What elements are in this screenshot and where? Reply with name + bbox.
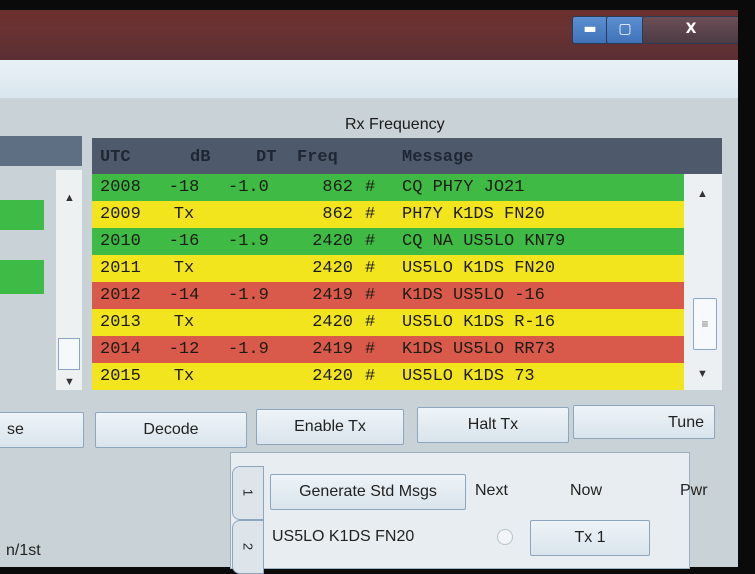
generate-std-msgs-button[interactable]: Generate Std Msgs <box>270 474 466 510</box>
rx-frequency-title: Rx Frequency <box>345 116 445 133</box>
rx-cell-db: Tx <box>173 313 195 332</box>
rx-cell-freq: 2419 <box>312 286 353 305</box>
rx-cell-utc: 2011 <box>100 259 141 278</box>
close-button[interactable]: X <box>642 16 738 44</box>
column-header-message: Message <box>402 148 474 167</box>
rx-cell-freq: 2420 <box>312 259 353 278</box>
rx-cell-utc: 2012 <box>100 286 141 305</box>
column-header-freq: Freq <box>297 148 338 167</box>
rx-cell-message: CQ PH7Y JO21 <box>402 178 525 197</box>
rx-cell-mode: # <box>365 340 376 359</box>
rx-table-header: UTC dB DT Freq Message <box>92 138 722 174</box>
rx-cell-dt: -1.9 <box>228 286 269 305</box>
rx-cell-db: Tx <box>173 367 195 386</box>
menu-band <box>0 60 738 98</box>
scroll-down-icon[interactable]: ▼ <box>697 368 708 380</box>
rx-cell-message: CQ NA US5LO KN79 <box>402 232 566 251</box>
band-activity-highlight <box>0 260 44 294</box>
next-label: Next <box>475 482 508 499</box>
rx-cell-message: K1DS US5LO RR73 <box>402 340 556 359</box>
rx-cell-utc: 2014 <box>100 340 141 359</box>
rx-cell-mode: # <box>365 205 376 224</box>
rx-cell-freq: 2420 <box>312 367 353 386</box>
rx-cell-utc: 2010 <box>100 232 141 251</box>
rx-cell-mode: # <box>365 367 376 386</box>
rx-cell-message: US5LO K1DS R-16 <box>402 313 556 332</box>
rx-cell-db: -18 <box>168 178 200 197</box>
rx-message-row[interactable]: 2011 Tx 2420 # US5LO K1DS FN20 <box>92 255 684 282</box>
rx-scroll-thumb[interactable]: ≡ <box>693 298 717 350</box>
rx-scrollbar[interactable] <box>684 174 722 390</box>
tune-button[interactable]: Tune <box>573 405 715 439</box>
rx-cell-mode: # <box>365 232 376 251</box>
rx-cell-mode: # <box>365 178 376 197</box>
enable-tx-button[interactable]: Enable Tx <box>256 409 404 445</box>
rx-cell-message: US5LO K1DS 73 <box>402 367 535 386</box>
column-header-dt: DT <box>256 148 277 167</box>
rx-message-row[interactable]: 2015 Tx 2420 # US5LO K1DS 73 <box>92 363 684 390</box>
band-activity-scroll-thumb[interactable] <box>58 338 80 370</box>
decode-button[interactable]: Decode <box>95 412 247 448</box>
minimize-button[interactable]: ▬ <box>572 16 608 44</box>
rx-cell-db: -16 <box>168 232 200 251</box>
rx-message-list[interactable]: 2008 -18 -1.0 862 # CQ PH7Y JO21 2009 Tx 862 # PH7… <box>92 174 684 390</box>
now-label: Now <box>570 482 603 499</box>
tx1-message-field[interactable]: US5LO K1DS FN20 <box>272 528 414 546</box>
column-header-db: dB <box>190 148 211 167</box>
rx-cell-utc: 2013 <box>100 313 141 332</box>
scroll-up-icon[interactable]: ▲ <box>697 188 708 200</box>
tab-1-label: 1 <box>240 488 256 497</box>
rx-cell-utc: 2009 <box>100 205 141 224</box>
rx-cell-freq: 862 <box>322 178 353 197</box>
rx-cell-message: K1DS US5LO -16 <box>402 286 545 305</box>
rx-cell-freq: 2419 <box>312 340 353 359</box>
rx-cell-freq: 2420 <box>312 313 353 332</box>
tx1-next-radio[interactable] <box>497 529 513 545</box>
rx-message-row[interactable]: 2010 -16 -1.9 2420 # CQ NA US5LO KN79 <box>92 228 684 255</box>
rx-message-row[interactable]: 2009 Tx 862 # PH7Y K1DS FN20 <box>92 201 684 228</box>
tab-2[interactable]: 2 <box>232 520 264 574</box>
rx-message-row[interactable]: 2013 Tx 2420 # US5LO K1DS R-16 <box>92 309 684 336</box>
rx-cell-freq: 2420 <box>312 232 353 251</box>
scroll-down-icon[interactable]: ▼ <box>64 376 75 388</box>
rx-message-row[interactable]: 2008 -18 -1.0 862 # CQ PH7Y JO21 <box>92 174 684 201</box>
rx-cell-message: PH7Y K1DS FN20 <box>402 205 545 224</box>
rx-cell-mode: # <box>365 259 376 278</box>
rx-cell-mode: # <box>365 286 376 305</box>
band-activity-header <box>0 136 82 166</box>
rx-cell-db: Tx <box>173 259 195 278</box>
scroll-up-icon[interactable]: ▲ <box>64 192 75 204</box>
power-label: Pwr <box>680 482 708 499</box>
rx-cell-mode: # <box>365 313 376 332</box>
rx-message-row[interactable]: 2014 -12 -1.9 2419 # K1DS US5LO RR73 <box>92 336 684 363</box>
left-status-text: n/1st <box>6 542 41 559</box>
rx-cell-db: -12 <box>168 340 200 359</box>
column-header-utc: UTC <box>100 148 131 167</box>
rx-cell-db: Tx <box>173 205 195 224</box>
rx-message-row[interactable]: 2012 -14 -1.9 2419 # K1DS US5LO -16 <box>92 282 684 309</box>
rx-cell-utc: 2008 <box>100 178 141 197</box>
rx-cell-freq: 862 <box>322 205 353 224</box>
tab-1[interactable]: 1 <box>232 466 264 520</box>
rx-cell-dt: -1.9 <box>228 340 269 359</box>
halt-tx-button[interactable]: Halt Tx <box>417 407 569 443</box>
rx-cell-message: US5LO K1DS FN20 <box>402 259 556 278</box>
tab-2-label: 2 <box>240 542 256 551</box>
erase-button[interactable]: se <box>0 412 84 448</box>
rx-cell-db: -14 <box>168 286 200 305</box>
rx-cell-dt: -1.0 <box>228 178 269 197</box>
maximize-button[interactable]: ▢ <box>606 16 644 44</box>
title-bar: ▬ ▢ X <box>0 10 738 60</box>
rx-cell-dt: -1.9 <box>228 232 269 251</box>
rx-cell-utc: 2015 <box>100 367 141 386</box>
band-activity-highlight <box>0 200 44 230</box>
tx1-now-button[interactable]: Tx 1 <box>530 520 650 556</box>
